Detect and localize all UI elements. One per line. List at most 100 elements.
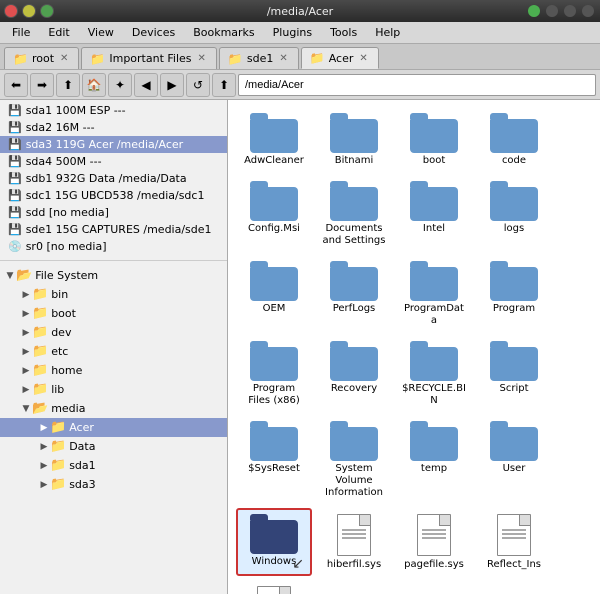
tree-lib[interactable]: ▶ 📁 lib [0, 380, 227, 399]
sidebar-sda3[interactable]: 💾 sda3 119G Acer /media/Acer [0, 136, 227, 153]
file-intel[interactable]: Intel [396, 176, 472, 252]
sidebar-sdd[interactable]: 💾 sdd [no media] [0, 204, 227, 221]
tree-toggle-media[interactable]: ▼ [20, 404, 32, 414]
toolbar-back-btn[interactable]: ⬅ [4, 73, 28, 97]
folder-icon-systemvolumeinfo [330, 421, 378, 461]
file-temp[interactable]: temp [396, 416, 472, 504]
sidebar-sr0-label: sr0 [no media] [26, 240, 107, 253]
sidebar-sdc1[interactable]: 💾 sdc1 15G UBCD538 /media/sdc1 [0, 187, 227, 204]
toolbar-reload-btn[interactable]: ↺ [186, 73, 210, 97]
toolbar-next-btn[interactable]: ▶ [160, 73, 184, 97]
sidebar-sde1[interactable]: 💾 sde1 15G CAPTURES /media/sde1 [0, 221, 227, 238]
menu-edit[interactable]: Edit [40, 25, 77, 40]
menu-file[interactable]: File [4, 25, 38, 40]
file-programdata[interactable]: ProgramData [396, 256, 472, 332]
file-recovery[interactable]: Recovery [316, 336, 392, 412]
file-boot[interactable]: boot [396, 108, 472, 172]
file-oem[interactable]: OEM [236, 256, 312, 332]
file-program[interactable]: Program [476, 256, 552, 332]
tree-toggle-filesystem[interactable]: ▼ [4, 271, 16, 281]
menu-devices[interactable]: Devices [124, 25, 183, 40]
tab-acer-close[interactable]: ✕ [357, 53, 369, 64]
sidebar-sda4[interactable]: 💾 sda4 500M --- [0, 153, 227, 170]
file-pagefile[interactable]: pagefile.sys [396, 508, 472, 576]
menu-help[interactable]: Help [367, 25, 408, 40]
address-bar[interactable] [238, 74, 596, 96]
status-dot-2 [546, 5, 558, 17]
close-button[interactable] [4, 4, 18, 18]
tab-root[interactable]: 📁 root ✕ [4, 47, 79, 69]
tab-root-close[interactable]: ✕ [58, 53, 70, 64]
file-perflogs[interactable]: PerfLogs [316, 256, 392, 332]
wm-buttons[interactable] [4, 4, 54, 18]
file-documentsandsettings[interactable]: Documents and Settings [316, 176, 392, 252]
file-programfilesx86[interactable]: Program Files (x86) [236, 336, 312, 412]
tree-toggle-sda3[interactable]: ▶ [38, 480, 50, 490]
disk-icon-sda1: 💾 [8, 104, 22, 117]
menu-tools[interactable]: Tools [322, 25, 365, 40]
toolbar-prev-btn[interactable]: ◀ [134, 73, 158, 97]
file-windows[interactable]: Windows ↙ [236, 508, 312, 576]
tree-root-filesystem[interactable]: ▼ 📂 File System [0, 266, 227, 285]
file-recyclebin[interactable]: $RECYCLE.BIN [396, 336, 472, 412]
file-sysreset[interactable]: $SysReset [236, 416, 312, 504]
tree-boot-label: boot [51, 307, 76, 320]
file-adwcleaner[interactable]: AdwCleaner [236, 108, 312, 172]
file-reflectins[interactable]: Reflect_Ins [476, 508, 552, 576]
tree-toggle-home[interactable]: ▶ [20, 366, 32, 376]
tree-sda1[interactable]: ▶ 📁 sda1 [0, 456, 227, 475]
tree-dev[interactable]: ▶ 📁 dev [0, 323, 227, 342]
menu-view[interactable]: View [80, 25, 122, 40]
folder-icon-recyclebin [410, 341, 458, 381]
toolbar-home-btn[interactable]: 🏠 [82, 73, 106, 97]
tab-sde1[interactable]: 📁 sde1 ✕ [219, 47, 299, 69]
file-users[interactable]: User [476, 416, 552, 504]
menu-plugins[interactable]: Plugins [265, 25, 320, 40]
tree-home[interactable]: ▶ 📁 home [0, 361, 227, 380]
tree-sda3[interactable]: ▶ 📁 sda3 [0, 475, 227, 494]
tree-data-icon: 📁 [50, 439, 66, 454]
tree-data[interactable]: ▶ 📁 Data [0, 437, 227, 456]
tree-toggle-etc[interactable]: ▶ [20, 347, 32, 357]
sidebar-sda1[interactable]: 💾 sda1 100M ESP --- [0, 102, 227, 119]
status-dot-1 [528, 5, 540, 17]
tree-bin[interactable]: ▶ 📁 bin [0, 285, 227, 304]
tree-toggle-bin[interactable]: ▶ [20, 290, 32, 300]
maximize-button[interactable] [40, 4, 54, 18]
tree-toggle-dev[interactable]: ▶ [20, 328, 32, 338]
tree-toggle-sda1[interactable]: ▶ [38, 461, 50, 471]
minimize-button[interactable] [22, 4, 36, 18]
folder-icon-sysreset [250, 421, 298, 461]
tree-acer[interactable]: ▶ 📁 Acer [0, 418, 227, 437]
file-swapfile[interactable]: swapfile [236, 580, 312, 594]
tab-sde1-close[interactable]: ✕ [277, 53, 289, 64]
file-label-documentsandsettings: Documents and Settings [321, 223, 387, 247]
menu-bookmarks[interactable]: Bookmarks [185, 25, 262, 40]
toolbar-stop-btn[interactable]: ⬆ [212, 73, 236, 97]
file-label-programfilesx86: Program Files (x86) [241, 383, 307, 407]
file-configmsi[interactable]: Config.Msi [236, 176, 312, 252]
file-systemvolumeinfo[interactable]: System Volume Information [316, 416, 392, 504]
file-bitnami[interactable]: Bitnami [316, 108, 392, 172]
tree-toggle-boot[interactable]: ▶ [20, 309, 32, 319]
tree-etc[interactable]: ▶ 📁 etc [0, 342, 227, 361]
tab-importantfiles[interactable]: 📁 Important Files ✕ [81, 47, 217, 69]
sidebar-sdb1[interactable]: 💾 sdb1 932G Data /media/Data [0, 170, 227, 187]
sidebar-sda2[interactable]: 💾 sda2 16M --- [0, 119, 227, 136]
tree-media[interactable]: ▼ 📂 media [0, 399, 227, 418]
file-logs[interactable]: logs [476, 176, 552, 252]
tree-toggle-acer[interactable]: ▶ [38, 423, 50, 433]
tree-toggle-data[interactable]: ▶ [38, 442, 50, 452]
tree-boot[interactable]: ▶ 📁 boot [0, 304, 227, 323]
tab-acer[interactable]: 📁 Acer ✕ [301, 47, 379, 69]
toolbar-up-btn[interactable]: ⬆ [56, 73, 80, 97]
tree-toggle-lib[interactable]: ▶ [20, 385, 32, 395]
file-scripts[interactable]: Script [476, 336, 552, 412]
file-label-users: User [503, 463, 526, 475]
sidebar-sr0[interactable]: 💿 sr0 [no media] [0, 238, 227, 255]
file-hiberfil[interactable]: hiberfil.sys [316, 508, 392, 576]
toolbar-new-btn[interactable]: ✦ [108, 73, 132, 97]
tab-importantfiles-close[interactable]: ✕ [196, 53, 208, 64]
toolbar-forward-btn[interactable]: ➡ [30, 73, 54, 97]
file-code[interactable]: code [476, 108, 552, 172]
